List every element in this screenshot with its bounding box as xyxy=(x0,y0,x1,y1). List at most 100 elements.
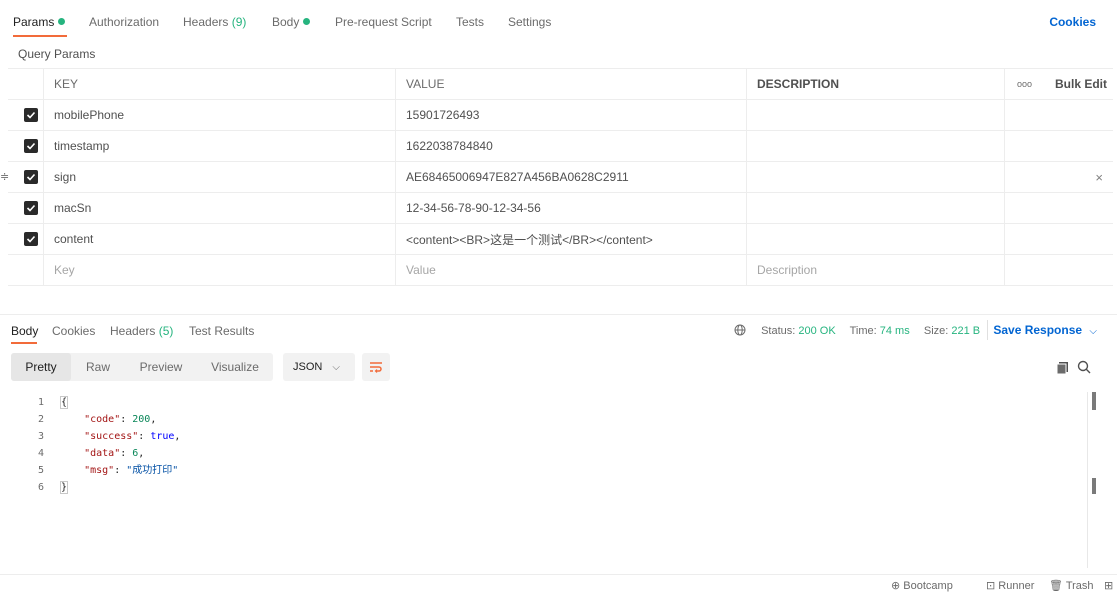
param-key[interactable]: timestamp xyxy=(43,131,395,161)
json-value: true xyxy=(150,431,175,442)
json-value: "成功打印" xyxy=(126,465,179,476)
search-icon[interactable] xyxy=(1077,360,1091,374)
status-value[interactable]: 200 OK xyxy=(798,325,835,337)
row-checkbox[interactable] xyxy=(24,108,38,122)
param-value[interactable]: 1622038784840 xyxy=(395,131,746,161)
copy-icon[interactable] xyxy=(1056,361,1070,375)
value-input[interactable]: Value xyxy=(395,255,746,285)
code-line: } xyxy=(60,481,69,494)
line-number: 4 xyxy=(37,448,44,459)
trash-icon: 🗑 xyxy=(1049,580,1063,592)
save-response-button[interactable]: Save Response ⌵ xyxy=(993,323,1097,337)
bootcamp-label: Bootcamp xyxy=(903,580,953,592)
size-value[interactable]: 221 B xyxy=(951,325,980,337)
tab-label: Pre-request Script xyxy=(335,15,432,29)
table-row: ≑ sign AE68465006947E827A456BA0628C2911 … xyxy=(0,162,1113,193)
json-key: "msg" xyxy=(84,465,115,476)
params-table: KEY VALUE DESCRIPTION ooo Bulk Edit mobi… xyxy=(0,68,1113,286)
preview-button[interactable]: Preview xyxy=(125,353,197,381)
save-response-label: Save Response xyxy=(993,323,1083,337)
row-checkbox[interactable] xyxy=(24,201,38,215)
tab-headers[interactable]: Headers (9) xyxy=(183,15,246,29)
request-tabs: Params Authorization Headers (9) Body Pr… xyxy=(0,0,1117,42)
editor-scrollbar-marker xyxy=(1092,478,1096,494)
json-key: "data" xyxy=(84,448,121,459)
pretty-button[interactable]: Pretty xyxy=(11,353,71,381)
code-line: "code": 200, xyxy=(84,414,157,425)
response-tab-test-results[interactable]: Test Results xyxy=(189,324,254,338)
tab-label: Tests xyxy=(456,15,485,29)
runner-button[interactable]: ⊡ Runner xyxy=(986,579,1034,592)
runner-icon: ⊡ xyxy=(986,580,996,592)
description-input[interactable]: Description xyxy=(746,255,1004,285)
chevron-down-icon: ⌵ xyxy=(332,362,340,373)
editor-scrollbar-track[interactable] xyxy=(1087,392,1088,568)
format-value: JSON xyxy=(293,361,323,373)
format-select[interactable]: JSON ⌵ xyxy=(283,353,355,381)
tab-pre-request-script[interactable]: Pre-request Script xyxy=(335,15,432,29)
row-actions xyxy=(1004,100,1113,130)
globe-icon[interactable] xyxy=(734,324,746,336)
tab-label: Headers xyxy=(110,324,156,338)
layout-toggle-icon[interactable]: ⊞ xyxy=(1104,579,1113,592)
table-row: content <content><BR>这是一个测试</BR></conten… xyxy=(8,224,1113,255)
chevron-down-icon: ⌵ xyxy=(1089,326,1097,337)
param-value[interactable]: <content><BR>这是一个测试</BR></content> xyxy=(395,224,746,254)
param-description[interactable] xyxy=(746,224,1004,254)
raw-button[interactable]: Raw xyxy=(71,353,125,381)
view-mode-group: Pretty Raw Preview Visualize xyxy=(11,353,273,381)
row-actions xyxy=(1004,255,1113,285)
cookies-link[interactable]: Cookies xyxy=(1049,15,1096,29)
param-description[interactable] xyxy=(746,131,1004,161)
param-description[interactable] xyxy=(746,100,1004,130)
row-checkbox[interactable] xyxy=(24,170,38,184)
bootcamp-button[interactable]: ⊕ Bootcamp xyxy=(891,579,953,592)
param-key[interactable]: mobilePhone xyxy=(43,100,395,130)
key-input[interactable]: Key xyxy=(43,255,395,285)
row-checkbox[interactable] xyxy=(24,139,38,153)
tab-label: Headers xyxy=(183,15,229,29)
wrap-lines-button[interactable] xyxy=(362,353,390,381)
tab-tests[interactable]: Tests xyxy=(456,15,484,29)
param-value[interactable]: 12-34-56-78-90-12-34-56 xyxy=(395,193,746,223)
tab-label: Params xyxy=(13,15,55,29)
description-column-header: DESCRIPTION xyxy=(746,69,1004,99)
response-tab-cookies[interactable]: Cookies xyxy=(52,324,95,338)
param-key[interactable]: sign xyxy=(43,162,395,192)
query-params-label: Query Params xyxy=(18,47,96,61)
delete-row-icon[interactable]: × xyxy=(1095,170,1103,185)
drag-handle-icon[interactable]: ≑ xyxy=(0,170,9,183)
param-description[interactable] xyxy=(746,193,1004,223)
tab-body[interactable]: Body xyxy=(272,15,311,29)
line-number: 3 xyxy=(37,431,44,442)
headers-count: (5) xyxy=(158,324,174,338)
editor-scrollbar-thumb[interactable] xyxy=(1092,392,1096,410)
param-key[interactable]: macSn xyxy=(43,193,395,223)
tab-authorization[interactable]: Authorization xyxy=(89,15,159,29)
response-tab-body[interactable]: Body xyxy=(11,324,38,338)
visualize-button[interactable]: Visualize xyxy=(197,353,273,381)
time-value[interactable]: 74 ms xyxy=(880,325,910,337)
bulk-edit-button[interactable]: Bulk Edit xyxy=(1055,77,1107,91)
code-line: "msg": "成功打印" xyxy=(84,465,179,476)
tab-settings[interactable]: Settings xyxy=(508,15,551,29)
param-value[interactable]: AE68465006947E827A456BA0628C2911 xyxy=(395,162,746,192)
tab-params[interactable]: Params xyxy=(13,15,66,29)
bootcamp-icon: ⊕ xyxy=(891,580,901,592)
line-number: 1 xyxy=(37,397,44,408)
params-dot-icon xyxy=(58,18,66,25)
response-tab-headers[interactable]: Headers (5) xyxy=(110,324,173,338)
row-checkbox[interactable] xyxy=(24,232,38,246)
param-description[interactable] xyxy=(746,162,1004,192)
size-label: Size: xyxy=(923,325,949,337)
more-options-icon[interactable]: ooo xyxy=(1017,79,1032,89)
line-number: 2 xyxy=(37,414,44,425)
json-value: 6 xyxy=(132,448,139,459)
response-divider xyxy=(0,314,1117,315)
trash-button[interactable]: 🗑 Trash xyxy=(1049,579,1094,592)
code-line: "data": 6, xyxy=(84,448,145,459)
header-actions: ooo Bulk Edit xyxy=(1004,69,1113,99)
status-footer: ⊕ Bootcamp ⊡ Runner 🗑 Trash ⊞ xyxy=(0,574,1117,592)
param-key[interactable]: content xyxy=(43,224,395,254)
param-value[interactable]: 15901726493 xyxy=(395,100,746,130)
